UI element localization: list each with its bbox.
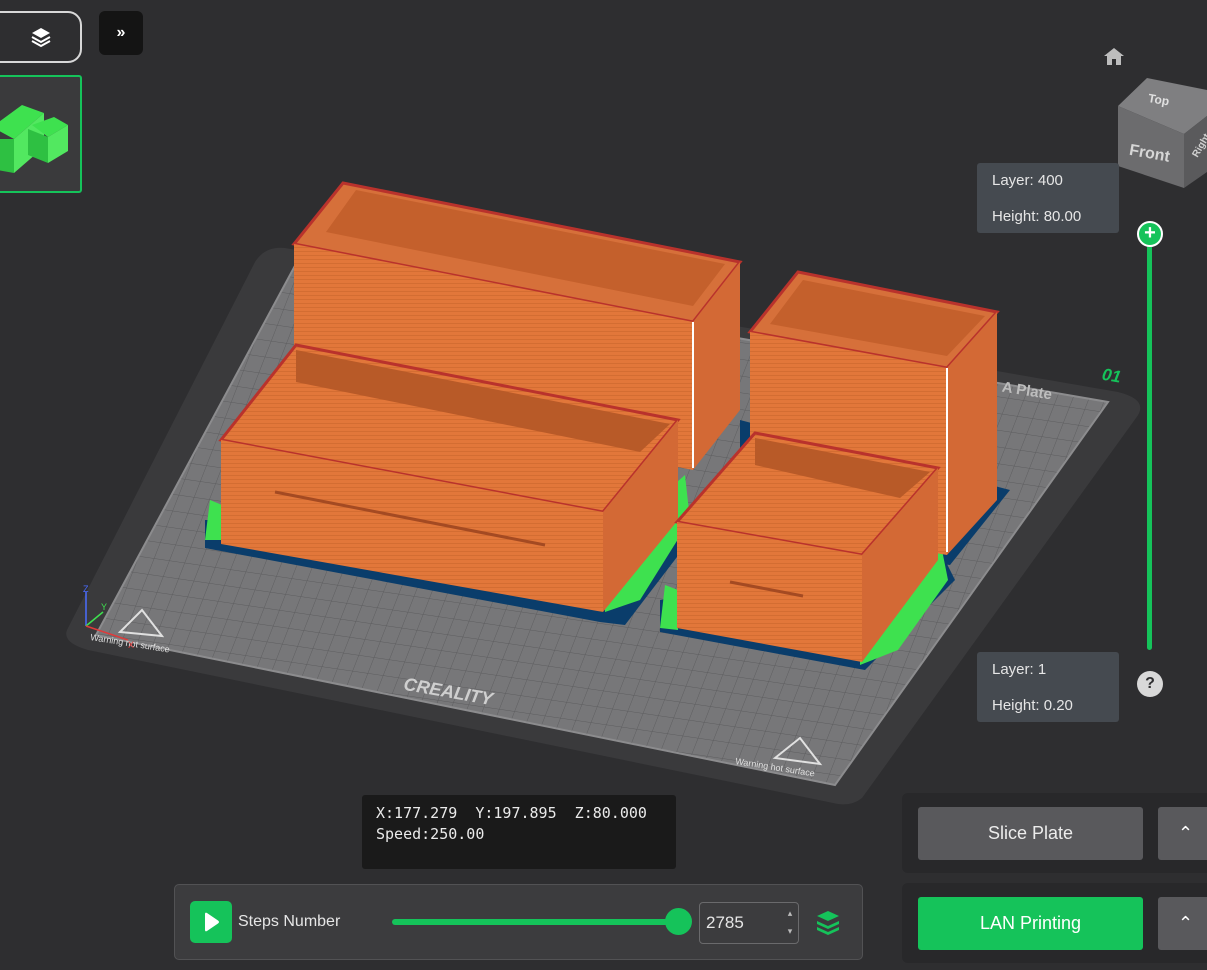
layer-slider-track[interactable] <box>1147 236 1152 650</box>
view-cube[interactable]: Top Front Right <box>1112 76 1207 194</box>
print-options-button[interactable]: ⌃ <box>1158 897 1207 950</box>
layers-stack-icon[interactable] <box>814 908 842 936</box>
coordinate-position: X:177.279 Y:197.895 Z:80.000 <box>376 804 647 822</box>
plate-thumbnail-image <box>0 105 68 173</box>
layer-slider-top-handle[interactable]: + <box>1137 221 1163 247</box>
coordinate-speed: Speed:250.00 <box>376 825 485 843</box>
axis-x-label: X <box>128 640 134 650</box>
lan-printing-button[interactable]: LAN Printing <box>918 897 1143 950</box>
steps-increment-button[interactable]: ▴ <box>784 906 796 920</box>
chevron-up-icon: ⌃ <box>1178 823 1194 843</box>
steps-slider-handle[interactable] <box>665 908 692 935</box>
steps-slider-track[interactable] <box>392 919 678 925</box>
plate-number: 01 <box>1101 365 1123 387</box>
view-toggle-button[interactable] <box>0 11 82 63</box>
plate-thumbnail[interactable] <box>0 75 82 193</box>
layer-bottom-label: Layer: 1 Height: 0.20 <box>977 652 1119 722</box>
play-icon <box>205 912 219 932</box>
steps-number-label: Steps Number <box>238 913 341 930</box>
layer-top-label: Layer: 400 Height: 80.00 <box>977 163 1119 233</box>
layer-top-number: Layer: 400 <box>992 172 1063 189</box>
layers-icon <box>31 28 51 48</box>
expand-panel-button[interactable]: » <box>99 11 143 55</box>
slice-plate-button[interactable]: Slice Plate <box>918 807 1143 860</box>
layer-top-height: Height: 80.00 <box>992 208 1082 225</box>
home-icon[interactable] <box>1103 46 1125 66</box>
chevron-up-icon: ⌃ <box>1178 913 1194 933</box>
layer-bottom-height: Height: 0.20 <box>992 697 1073 714</box>
layer-bottom-number: Layer: 1 <box>992 661 1047 678</box>
help-icon[interactable]: ? <box>1137 671 1163 697</box>
axis-y-label: Y <box>101 602 107 612</box>
steps-decrement-button[interactable]: ▾ <box>784 924 796 938</box>
play-button[interactable] <box>190 901 232 943</box>
double-chevron-right-icon: » <box>116 24 126 41</box>
coordinate-readout: X:177.279 Y:197.895 Z:80.000 Speed:250.0… <box>362 795 676 869</box>
axis-z-label: Z <box>83 584 89 594</box>
slice-options-button[interactable]: ⌃ <box>1158 807 1207 860</box>
